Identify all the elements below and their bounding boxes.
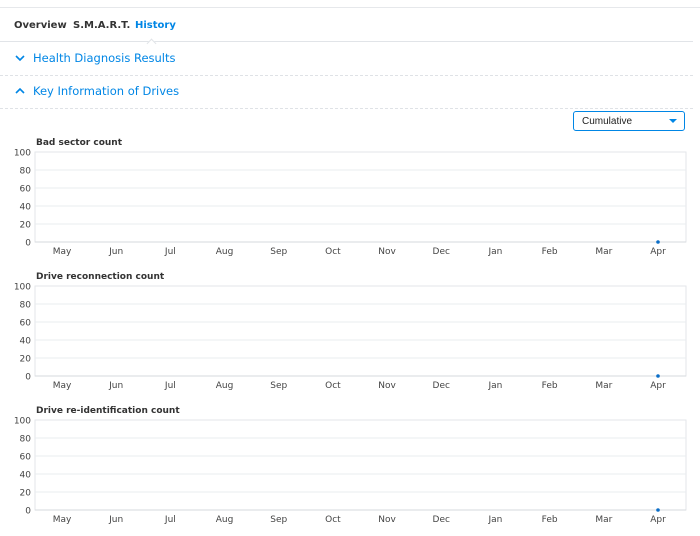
- chart-bad-sector: Bad sector count 100 80 60 40 20 0 May Jun Jul Au…: [0, 138, 700, 268]
- x-tick-label: Apr: [650, 381, 666, 391]
- plot-area: [34, 151, 687, 243]
- x-tick-label: Jun: [108, 515, 123, 525]
- y-tick-label: 60: [20, 319, 32, 329]
- y-tick-label: 60: [20, 185, 32, 195]
- y-tick-label: 0: [25, 239, 31, 249]
- chart-svg: 100 80 60 40 20 0 May Jun Jul Aug Sep Oct Nov Dec Jan F…: [14, 149, 687, 257]
- x-tick-label: Oct: [325, 381, 341, 391]
- y-tick-label: 0: [25, 507, 31, 517]
- y-tick-label: 100: [14, 149, 31, 159]
- y-tick-label: 60: [20, 453, 32, 463]
- x-tick-label: Aug: [216, 247, 234, 257]
- health-diagnosis-section-header[interactable]: Health Diagnosis Results: [0, 45, 693, 76]
- x-tick-label: Jan: [488, 381, 503, 391]
- x-tick-label: Jan: [488, 515, 503, 525]
- x-tick-label: Mar: [595, 515, 612, 525]
- tab-smart[interactable]: S.M.A.R.T.: [73, 20, 130, 31]
- chart-svg: 100 80 60 40 20 0 May Jun Jul Aug Sep Oct Nov Dec Jan F…: [14, 283, 687, 391]
- section-title: Health Diagnosis Results: [33, 51, 176, 65]
- x-tick-label: Sep: [270, 247, 287, 257]
- y-tick-label: 100: [14, 417, 31, 427]
- y-tick-label: 80: [20, 435, 32, 445]
- y-tick-label: 80: [20, 167, 32, 177]
- y-tick-label: 20: [20, 355, 32, 365]
- x-tick-label: Mar: [595, 247, 612, 257]
- x-tick-label: Apr: [650, 247, 666, 257]
- x-tick-label: Aug: [216, 515, 234, 525]
- x-tick-label: Oct: [325, 247, 341, 257]
- x-tick-label: Dec: [433, 247, 450, 257]
- chart-svg: 100 80 60 40 20 0 May Jun Jul Aug Sep Oct Nov Dec Jan F…: [14, 417, 687, 525]
- x-tick-label: Apr: [650, 515, 666, 525]
- y-tick-label: 40: [20, 203, 32, 213]
- chart-drive-reidentification: Drive re-identification count 100 80 60 40 2…: [0, 406, 700, 536]
- x-tick-label: Jan: [488, 247, 503, 257]
- aggregation-dropdown[interactable]: Cumulative: [573, 111, 685, 131]
- x-tick-label: May: [53, 247, 72, 257]
- y-tick-label: 40: [20, 471, 32, 481]
- plot-area: [34, 285, 687, 377]
- y-tick-label: 20: [20, 221, 32, 231]
- key-information-section-header[interactable]: Key Information of Drives: [0, 78, 693, 109]
- x-tick-label: Feb: [542, 515, 558, 525]
- tab-overview[interactable]: Overview: [14, 20, 67, 31]
- x-tick-label: Jun: [108, 381, 123, 391]
- y-tick-label: 20: [20, 489, 32, 499]
- x-tick-label: Feb: [542, 247, 558, 257]
- x-tick-label: May: [53, 515, 72, 525]
- x-tick-label: Nov: [378, 381, 396, 391]
- chevron-down-icon: [15, 55, 25, 62]
- dropdown-value: Cumulative: [582, 116, 633, 127]
- data-point: [656, 508, 660, 512]
- plot-area: [34, 419, 687, 511]
- x-tick-label: Jun: [108, 247, 123, 257]
- tab-history[interactable]: History: [135, 20, 176, 31]
- x-tick-label: Oct: [325, 515, 341, 525]
- x-tick-label: Mar: [595, 381, 612, 391]
- x-tick-label: May: [53, 381, 72, 391]
- data-point: [656, 374, 660, 378]
- x-tick-label: Jul: [164, 381, 176, 391]
- x-tick-label: Dec: [433, 381, 450, 391]
- section-title: Key Information of Drives: [33, 84, 180, 98]
- top-strip: [0, 0, 700, 8]
- x-tick-label: Sep: [270, 381, 287, 391]
- x-tick-label: Feb: [542, 381, 558, 391]
- y-tick-label: 100: [14, 283, 31, 293]
- chevron-up-icon: [15, 87, 25, 94]
- x-tick-label: Nov: [378, 247, 396, 257]
- x-tick-label: Sep: [270, 515, 287, 525]
- x-tick-label: Aug: [216, 381, 234, 391]
- x-tick-label: Dec: [433, 515, 450, 525]
- chart-drive-reconnection: Drive reconnection count 100 80 60 40 20 0 May…: [0, 272, 700, 402]
- x-tick-label: Nov: [378, 515, 396, 525]
- x-tick-label: Jul: [164, 247, 176, 257]
- y-tick-label: 80: [20, 301, 32, 311]
- y-tick-label: 0: [25, 373, 31, 383]
- y-tick-label: 40: [20, 337, 32, 347]
- caret-down-icon: [669, 119, 677, 123]
- tab-bar: Overview S.M.A.R.T. History: [0, 8, 693, 49]
- x-tick-label: Jul: [164, 515, 176, 525]
- data-point: [656, 240, 660, 244]
